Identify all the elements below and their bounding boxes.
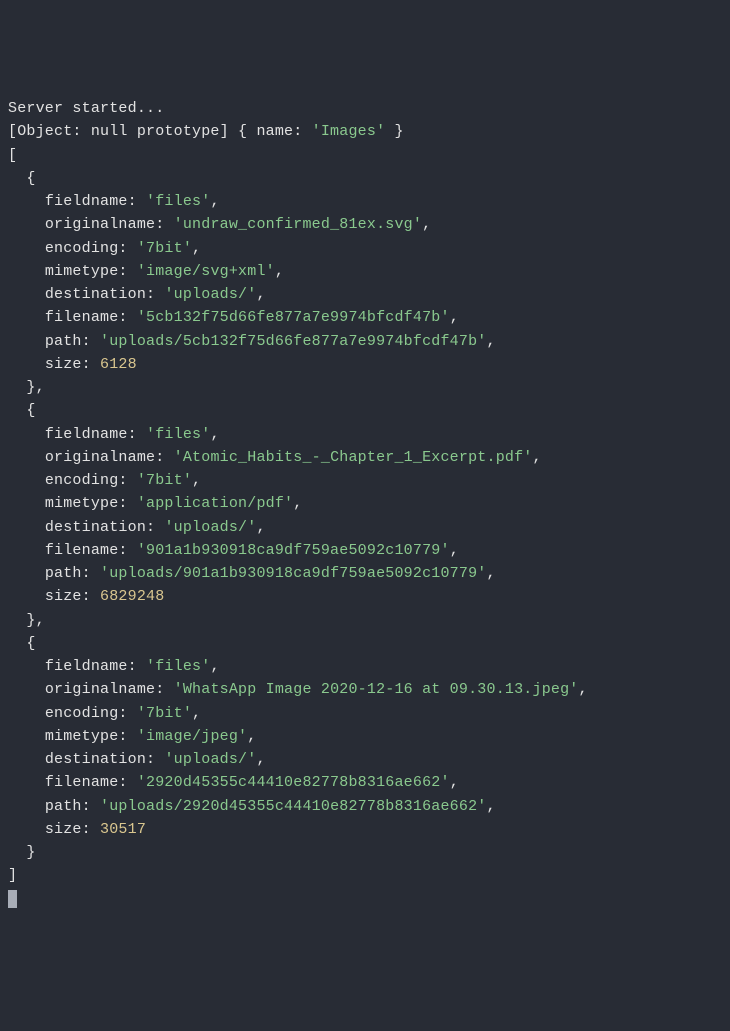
value-destination: 'uploads/' xyxy=(164,751,256,768)
object-close-brace: } xyxy=(26,844,35,861)
value-fieldname: 'files' xyxy=(146,193,210,210)
label-destination: destination: xyxy=(45,286,165,303)
label-mimetype: mimetype: xyxy=(45,495,137,512)
value-size: 30517 xyxy=(100,821,146,838)
label-filename: filename: xyxy=(45,309,137,326)
label-originalname: originalname: xyxy=(45,681,174,698)
comma: , xyxy=(487,333,496,350)
comma: , xyxy=(450,542,459,559)
array-close-bracket: ] xyxy=(8,867,17,884)
label-filename: filename: xyxy=(45,542,137,559)
value-filename: '5cb132f75d66fe877a7e9974bfcdf47b' xyxy=(137,309,450,326)
value-encoding: '7bit' xyxy=(137,240,192,257)
terminal-cursor xyxy=(8,890,17,908)
value-filename: '2920d45355c44410e82778b8316ae662' xyxy=(137,774,450,791)
comma: , xyxy=(192,240,201,257)
label-filename: filename: xyxy=(45,774,137,791)
value-encoding: '7bit' xyxy=(137,705,192,722)
value-path: 'uploads/2920d45355c44410e82778b8316ae66… xyxy=(100,798,486,815)
comma: , xyxy=(450,309,459,326)
comma: , xyxy=(256,286,265,303)
object-name-value: 'Images' xyxy=(312,123,386,140)
object-close-brace-comma: }, xyxy=(26,379,44,396)
comma: , xyxy=(247,728,256,745)
label-destination: destination: xyxy=(45,751,165,768)
value-size: 6829248 xyxy=(100,588,164,605)
label-path: path: xyxy=(45,798,100,815)
comma: , xyxy=(210,426,219,443)
label-encoding: encoding: xyxy=(45,472,137,489)
value-mimetype: 'image/jpeg' xyxy=(137,728,247,745)
value-fieldname: 'files' xyxy=(146,658,210,675)
label-mimetype: mimetype: xyxy=(45,263,137,280)
server-started-line: Server started... xyxy=(8,100,164,117)
label-size: size: xyxy=(45,588,100,605)
comma: , xyxy=(487,565,496,582)
value-destination: 'uploads/' xyxy=(164,286,256,303)
label-fieldname: fieldname: xyxy=(45,658,146,675)
value-destination: 'uploads/' xyxy=(164,519,256,536)
comma: , xyxy=(256,751,265,768)
label-destination: destination: xyxy=(45,519,165,536)
label-originalname: originalname: xyxy=(45,216,174,233)
comma: , xyxy=(450,774,459,791)
value-encoding: '7bit' xyxy=(137,472,192,489)
object-open-brace: { xyxy=(26,170,35,187)
value-path: 'uploads/901a1b930918ca9df759ae5092c1077… xyxy=(100,565,486,582)
object-open-brace: { xyxy=(26,635,35,652)
value-mimetype: 'application/pdf' xyxy=(137,495,293,512)
label-fieldname: fieldname: xyxy=(45,193,146,210)
label-path: path: xyxy=(45,333,100,350)
comma: , xyxy=(533,449,542,466)
value-originalname: 'Atomic_Habits_-_Chapter_1_Excerpt.pdf' xyxy=(174,449,533,466)
comma: , xyxy=(256,519,265,536)
object-suffix: } xyxy=(385,123,403,140)
comma: , xyxy=(210,193,219,210)
label-size: size: xyxy=(45,821,100,838)
value-path: 'uploads/5cb132f75d66fe877a7e9974bfcdf47… xyxy=(100,333,486,350)
label-fieldname: fieldname: xyxy=(45,426,146,443)
comma: , xyxy=(487,798,496,815)
value-fieldname: 'files' xyxy=(146,426,210,443)
label-encoding: encoding: xyxy=(45,240,137,257)
comma: , xyxy=(579,681,588,698)
value-originalname: 'WhatsApp Image 2020-12-16 at 09.30.13.j… xyxy=(174,681,579,698)
comma: , xyxy=(422,216,431,233)
label-originalname: originalname: xyxy=(45,449,174,466)
object-open-brace: { xyxy=(26,402,35,419)
label-path: path: xyxy=(45,565,100,582)
comma: , xyxy=(192,705,201,722)
terminal-output: Server started... [Object: null prototyp… xyxy=(8,97,722,911)
comma: , xyxy=(293,495,302,512)
comma: , xyxy=(275,263,284,280)
object-prefix: [Object: null prototype] { name: xyxy=(8,123,312,140)
value-filename: '901a1b930918ca9df759ae5092c10779' xyxy=(137,542,450,559)
label-mimetype: mimetype: xyxy=(45,728,137,745)
comma: , xyxy=(192,472,201,489)
label-encoding: encoding: xyxy=(45,705,137,722)
value-originalname: 'undraw_confirmed_81ex.svg' xyxy=(174,216,422,233)
array-open-bracket: [ xyxy=(8,147,17,164)
value-size: 6128 xyxy=(100,356,137,373)
comma: , xyxy=(210,658,219,675)
value-mimetype: 'image/svg+xml' xyxy=(137,263,275,280)
label-size: size: xyxy=(45,356,100,373)
object-close-brace-comma: }, xyxy=(26,612,44,629)
